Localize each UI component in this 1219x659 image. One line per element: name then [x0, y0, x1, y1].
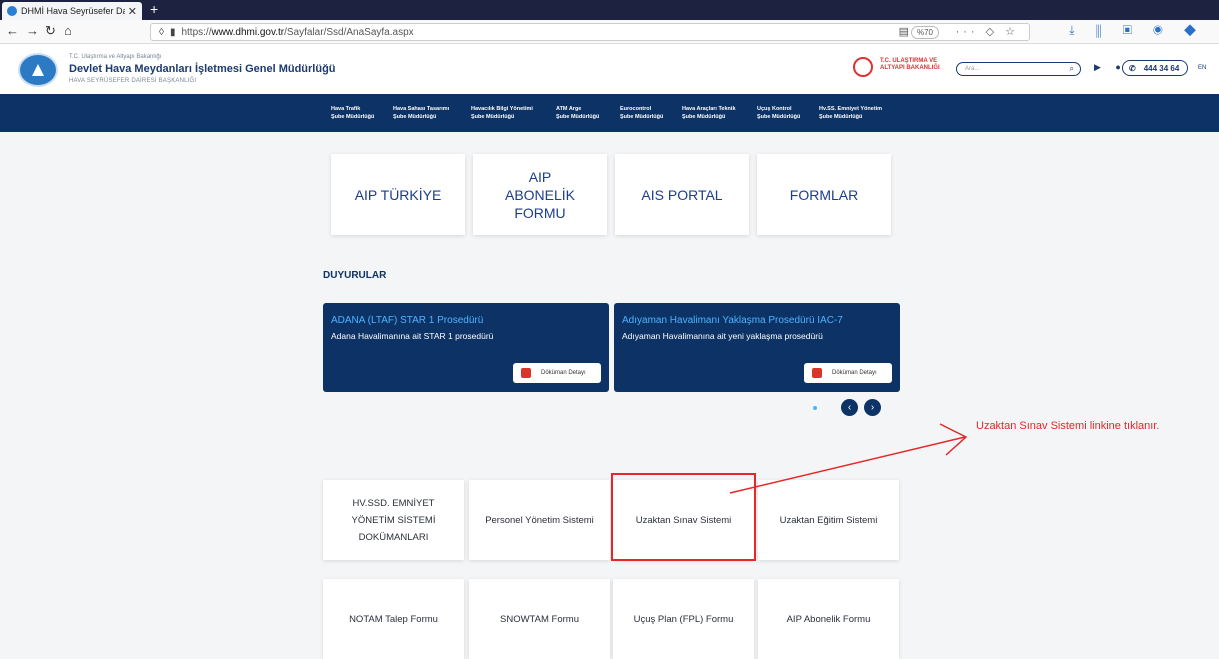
- annotation-arrow: [729, 423, 968, 494]
- annotation-text: Uzaktan Sınav Sistemi linkine tıklanır.: [976, 420, 1160, 432]
